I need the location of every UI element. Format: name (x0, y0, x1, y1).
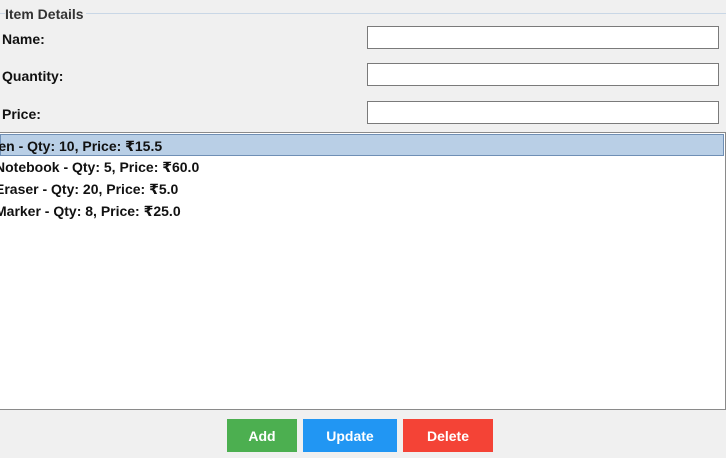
list-item[interactable]: Eraser - Qty: 20, Price: ₹5.0 (0, 178, 725, 200)
button-bar: Add Update Delete (0, 410, 726, 458)
list-item-selected[interactable]: Pen - Qty: 10, Price: ₹15.5 (0, 134, 724, 156)
list-item[interactable]: Marker - Qty: 8, Price: ₹25.0 (0, 200, 725, 222)
delete-button[interactable]: Delete (403, 419, 493, 452)
name-label: Name: (2, 31, 45, 47)
list-item-text: Pen - Qty: 10, Price: ₹15.5 (0, 138, 163, 154)
list-item[interactable]: Notebook - Qty: 5, Price: ₹60.0 (0, 156, 725, 178)
group-title: Item Details (5, 6, 86, 23)
list-item-text: Marker - Qty: 8, Price: ₹25.0 (0, 203, 181, 219)
app-window: Item Details Name: Quantity: Price: Pen … (0, 0, 726, 458)
list-item-text: Notebook - Qty: 5, Price: ₹60.0 (0, 159, 200, 175)
price-input[interactable] (367, 101, 719, 124)
price-label: Price: (2, 106, 41, 122)
add-button[interactable]: Add (227, 419, 297, 452)
update-button[interactable]: Update (303, 419, 397, 452)
quantity-label: Quantity: (2, 68, 64, 84)
name-input[interactable] (367, 26, 719, 49)
list-item-text: Eraser - Qty: 20, Price: ₹5.0 (0, 181, 179, 197)
items-listbox[interactable]: Pen - Qty: 10, Price: ₹15.5 Notebook - Q… (0, 132, 726, 410)
quantity-input[interactable] (367, 63, 719, 86)
